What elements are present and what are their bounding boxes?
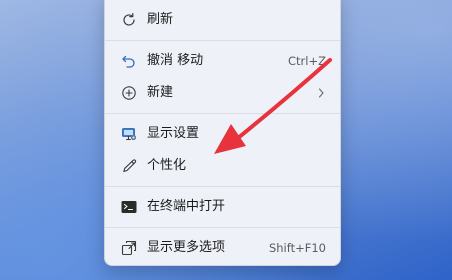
menu-item-display-settings[interactable]: 显示设置 [109, 118, 336, 150]
menu-item-show-more-options[interactable]: 显示更多选项 Shift+F10 [109, 232, 336, 264]
undo-icon [122, 55, 135, 68]
menu-item-label: 在终端中打开 [147, 199, 226, 214]
menu-item-refresh[interactable]: 刷新 [109, 4, 336, 36]
menu-item-label: 个性化 [147, 158, 187, 173]
context-menu: 刷新 撤消 移动 Ctrl+Z 新建 显示设置 个性化 在终端中打开 显示更多选… [104, 0, 341, 266]
menu-item-new[interactable]: 新建 [109, 77, 336, 109]
menu-item-label: 显示更多选项 [147, 240, 226, 255]
shortcut-text: Ctrl+Z [288, 54, 326, 68]
chevron-right-icon [318, 88, 324, 98]
menu-item-open-in-terminal[interactable]: 在终端中打开 [109, 191, 336, 223]
menu-separator [105, 227, 340, 228]
menu-item-label: 显示设置 [147, 126, 200, 141]
menu-separator [105, 40, 340, 41]
pen-icon [123, 159, 137, 173]
terminal-icon [121, 201, 137, 213]
display-settings-icon [122, 128, 137, 141]
menu-item-undo[interactable]: 撤消 移动 Ctrl+Z [109, 45, 336, 77]
refresh-icon [123, 13, 135, 26]
menu-item-personalize[interactable]: 个性化 [109, 150, 336, 182]
menu-separator [105, 186, 340, 187]
shortcut-text: Shift+F10 [268, 241, 326, 255]
menu-item-label: 撤消 移动 [147, 53, 204, 68]
more-options-icon [121, 240, 137, 256]
menu-item-label: 刷新 [147, 12, 174, 27]
menu-separator [105, 113, 340, 114]
plus-circle-icon [122, 86, 136, 100]
menu-item-label: 新建 [147, 85, 174, 100]
